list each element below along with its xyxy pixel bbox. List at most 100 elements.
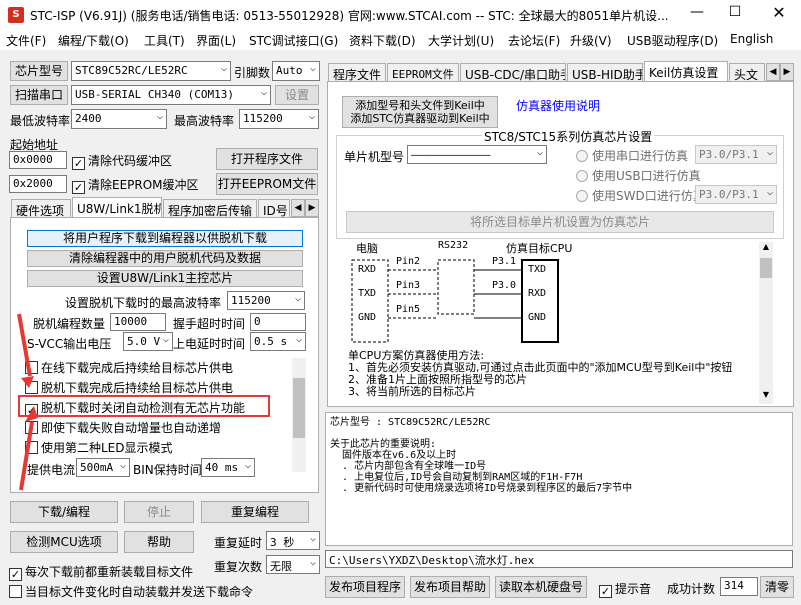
scrollbar-thumb[interactable] — [293, 378, 305, 438]
pins-select[interactable]: Auto ⌵ — [272, 61, 320, 81]
offline-max-baud-select[interactable]: 115200 ⌵ — [227, 291, 305, 310]
menu-program[interactable]: 编程/下载(O) — [58, 32, 129, 49]
bin-hold-select[interactable]: 40 ms ⌵ — [201, 458, 255, 477]
svcc-voltage-value: 5.0 V — [127, 335, 161, 348]
repeat-program-button[interactable]: 重复编程 — [201, 501, 309, 523]
tab-id[interactable]: ID号 — [258, 199, 290, 218]
set-target-emulation-button[interactable]: 将所选目标单片机设置为仿真芯片 — [346, 211, 774, 233]
radio-swd-emulation[interactable]: 使用SWD口进行仿真 — [576, 187, 705, 204]
serial-pins-select[interactable]: P3.0/P3.1 ⌵ — [695, 145, 777, 164]
file-path-field[interactable]: C:\Users\YXDZ\Desktop\流水灯.hex — [325, 550, 793, 568]
port-settings-button[interactable]: 设置 — [275, 85, 319, 105]
open-program-file-button[interactable]: 打开程序文件 — [216, 148, 318, 170]
port-select[interactable]: USB-SERIAL CH340 (COM13) ⌵ — [71, 85, 271, 105]
tab-encrypted-transfer[interactable]: 程序加密后传输 — [163, 199, 257, 218]
clear-code-checkbox[interactable]: ✓ 清除代码缓冲区 — [72, 152, 172, 170]
tab-hardware-options[interactable]: 硬件选项 — [11, 199, 71, 218]
chip-model-select[interactable]: STC89C52RC/LE52RC ⌵ — [71, 61, 231, 81]
start-address-input-1[interactable]: 0x0000 — [9, 151, 67, 169]
keil-panel-scrollbar[interactable]: ▲ ▼ — [759, 242, 773, 404]
reload-before-download-checkbox[interactable]: ✓ 每次下载前都重新装载目标文件 — [9, 563, 193, 581]
tab-scroll-left[interactable]: ◀ — [291, 199, 305, 217]
max-baud-select[interactable]: 115200 ⌵ — [239, 109, 319, 129]
supply-current-select[interactable]: 500mA ⌵ — [76, 458, 130, 477]
radio-serial-emulation[interactable]: 使用串口进行仿真 — [576, 147, 688, 164]
menu-file[interactable]: 文件(F) — [6, 32, 46, 49]
publish-help-button[interactable]: 发布项目帮助 — [410, 576, 490, 598]
clear-eeprom-label: 清除EEPROM缓冲区 — [88, 178, 199, 192]
chip-model-button[interactable]: 芯片型号 — [10, 61, 68, 81]
read-disk-id-button[interactable]: 读取本机硬盘号 — [495, 576, 587, 598]
handshake-timeout-label: 握手超时时间 — [173, 317, 246, 331]
menu-tools[interactable]: 工具(T) — [144, 32, 185, 49]
clear-count-button[interactable]: 清零 — [760, 576, 794, 598]
maximize-button[interactable]: ☐ — [722, 4, 748, 24]
right-tab-scroll-right[interactable]: ▶ — [780, 63, 794, 81]
repeat-count-select[interactable]: 无限 ⌵ — [266, 555, 320, 574]
emulator-help-link[interactable]: 仿真器使用说明 — [516, 97, 600, 114]
svcc-voltage-select[interactable]: 5.0 V ⌵ — [123, 332, 173, 351]
chevron-down-icon: ⌵ — [260, 87, 267, 98]
tab-keil-emulation[interactable]: Keil仿真设置 — [644, 61, 728, 82]
menu-english[interactable]: English — [730, 32, 773, 46]
max-baud-value: 115200 — [243, 112, 283, 125]
app-icon: S — [8, 7, 24, 23]
publish-project-button[interactable]: 发布项目程序 — [325, 576, 405, 598]
menu-debug[interactable]: STC调试接口(G) — [249, 32, 338, 49]
tab-usb-hid[interactable]: USB-HID助手 — [567, 63, 643, 82]
open-eeprom-file-button[interactable]: 打开EEPROM文件 — [216, 173, 318, 195]
stop-button[interactable]: 停止 — [124, 501, 194, 523]
tab-u8w-offline[interactable]: U8W/Link1脱机 — [72, 197, 162, 218]
chevron-down-icon: ⌵ — [244, 460, 251, 471]
right-tab-scroll-left[interactable]: ◀ — [766, 63, 780, 81]
check-mcu-button[interactable]: 检测MCU选项 — [10, 531, 118, 553]
menu-university[interactable]: 大学计划(U) — [428, 32, 494, 49]
menu-interface[interactable]: 界面(L) — [196, 32, 236, 49]
swd-pins-select[interactable]: P3.0/P3.1 ⌵ — [695, 185, 777, 204]
diagram-cpu-gnd: GND — [528, 312, 547, 323]
tab-eeprom-file[interactable]: EEPROM文件 — [387, 63, 459, 82]
online-keep-power-checkbox[interactable]: 在线下载完成后持续给目标芯片供电 — [25, 359, 233, 376]
emulation-group-title: STC8/STC15系列仿真芯片设置 — [482, 128, 655, 145]
offline-count-input[interactable]: 10000 — [110, 313, 166, 331]
scan-port-button[interactable]: 扫描串口 — [10, 85, 68, 105]
menu-docs[interactable]: 资料下载(D) — [349, 32, 416, 49]
clear-eeprom-checkbox[interactable]: ✓ 清除EEPROM缓冲区 — [72, 176, 199, 194]
start-address-input-2[interactable]: 0x2000 — [9, 175, 67, 193]
repeat-delay-select[interactable]: 3 秒 ⌵ — [266, 531, 320, 550]
sound-checkbox[interactable]: ✓ 提示音 — [599, 580, 651, 598]
diagram-pc-label: 电脑 — [356, 242, 378, 255]
tab-scroll-right[interactable]: ▶ — [305, 199, 319, 217]
min-baud-select[interactable]: 2400 ⌵ — [71, 109, 167, 129]
set-master-chip-button[interactable]: 设置U8W/Link1主控芯片 — [27, 270, 303, 287]
menu-forum[interactable]: 去论坛(F) — [508, 32, 560, 49]
tab-header-file[interactable]: 头文 — [729, 63, 765, 82]
auto-load-checkbox[interactable]: 当目标文件变化时自动装载并发送下载命令 — [9, 583, 253, 600]
mcu-model-select[interactable]: ———————————— ⌵ — [407, 145, 547, 164]
menu-upgrade[interactable]: 升级(V) — [570, 32, 612, 49]
offline-count-label: 脱机编程数量 — [33, 317, 106, 331]
radio-usb-emulation[interactable]: 使用USB口进行仿真 — [576, 167, 701, 184]
menu-usb-driver[interactable]: USB驱动程序(D) — [627, 32, 718, 49]
help-button[interactable]: 帮助 — [124, 531, 194, 553]
led-mode-checkbox[interactable]: 使用第二种LED显示模式 — [25, 439, 173, 456]
clear-offline-code-button[interactable]: 清除编程器中的用户脱机代码及数据 — [27, 250, 303, 267]
minimize-button[interactable]: — — [684, 4, 710, 24]
radio-serial-label: 使用串口进行仿真 — [592, 149, 689, 163]
download-program-button[interactable]: 下载/编程 — [10, 501, 118, 523]
download-to-programmer-button[interactable]: 将用户程序下载到编程器以供脱机下载 — [27, 230, 303, 247]
close-button[interactable]: ✕ — [766, 3, 792, 23]
offline-scrollbar[interactable] — [292, 358, 306, 472]
offline-keep-power-checkbox[interactable]: 脱机下载完成后持续给目标芯片供电 — [25, 379, 233, 396]
power-delay-select[interactable]: 0.5 s ⌵ — [250, 332, 306, 351]
scroll-up-icon[interactable]: ▲ — [759, 242, 773, 256]
scroll-down-icon[interactable]: ▼ — [759, 390, 773, 404]
handshake-timeout-input[interactable]: 0 — [250, 313, 306, 331]
tab-program-file[interactable]: 程序文件 — [328, 63, 386, 82]
auto-increment-label: 即使下载失败自动增量也自动递增 — [41, 421, 222, 435]
auto-increment-checkbox[interactable]: 即使下载失败自动增量也自动递增 — [25, 419, 221, 436]
chip-info-area[interactable]: 芯片型号 : STC89C52RC/LE52RC 关于此芯片的重要说明: 固件版… — [325, 412, 793, 546]
tab-usb-cdc[interactable]: USB-CDC/串口助手 — [460, 63, 566, 82]
add-to-keil-button[interactable]: 添加型号和头文件到Keil中 添加STC仿真器驱动到Keil中 — [342, 96, 498, 128]
scrollbar-thumb[interactable] — [760, 258, 772, 278]
